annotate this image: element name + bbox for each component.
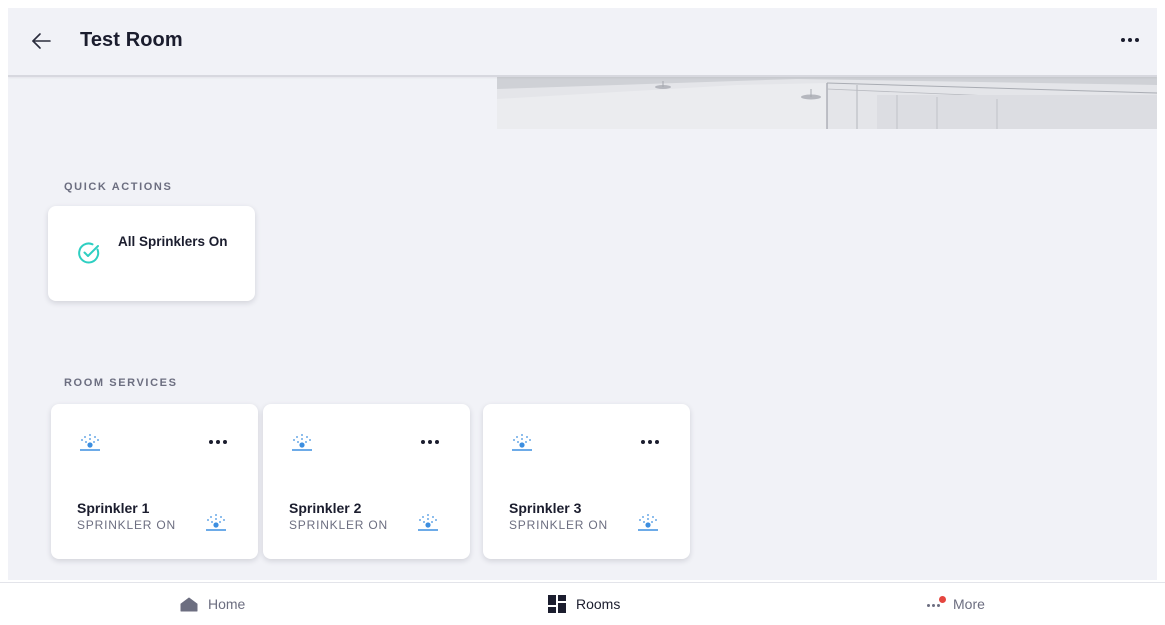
top-bar: Test Room [8, 8, 1157, 77]
nav-item-more[interactable]: More [927, 583, 985, 625]
room-hero-image [497, 75, 1157, 129]
sprinkler-icon [638, 514, 658, 531]
arrow-left-icon [32, 33, 51, 49]
service-more-button[interactable] [418, 434, 442, 450]
sprinkler-icon [80, 434, 100, 451]
more-horizontal-icon [421, 440, 439, 444]
nav-item-label: Rooms [576, 596, 621, 612]
more-horizontal-icon [209, 440, 227, 444]
service-more-button[interactable] [638, 434, 662, 450]
rooms-grid-icon [548, 595, 566, 613]
room-screen: Test Room QUICK ACTIONS All Sprinklers O… [8, 8, 1157, 580]
service-card-sprinkler-1[interactable]: Sprinkler 1 SPRINKLER ON [51, 404, 258, 559]
check-circle-icon [78, 242, 100, 264]
app-window: Test Room QUICK ACTIONS All Sprinklers O… [0, 0, 1165, 625]
quick-actions-heading: QUICK ACTIONS [64, 181, 173, 193]
room-services-heading: ROOM SERVICES [64, 377, 178, 389]
service-card-sprinkler-3[interactable]: Sprinkler 3 SPRINKLER ON [483, 404, 690, 559]
service-status: SPRINKLER ON [289, 518, 388, 532]
page-title: Test Room [80, 29, 183, 51]
sprinkler-icon [292, 434, 312, 451]
nav-item-rooms[interactable]: Rooms [548, 583, 620, 625]
service-status: SPRINKLER ON [509, 518, 608, 532]
nav-item-label: More [953, 596, 985, 612]
nav-item-label: Home [208, 596, 246, 612]
sprinkler-icon [206, 514, 226, 531]
sprinkler-icon [418, 514, 438, 531]
bottom-navigation: Home Rooms More [0, 582, 1165, 625]
more-horizontal-icon [1121, 38, 1139, 42]
home-icon [180, 597, 198, 611]
more-horizontal-icon [927, 596, 946, 610]
quick-action-all-sprinklers-on[interactable]: All Sprinklers On [48, 206, 255, 301]
service-name: Sprinkler 1 [77, 500, 150, 516]
service-status: SPRINKLER ON [77, 518, 176, 532]
room-photo [497, 75, 1157, 129]
nav-item-home[interactable]: Home [180, 583, 245, 625]
header-more-button[interactable] [1117, 30, 1143, 50]
more-horizontal-icon [641, 440, 659, 444]
service-card-sprinkler-2[interactable]: Sprinkler 2 SPRINKLER ON [263, 404, 470, 559]
quick-action-label: All Sprinklers On [118, 234, 228, 249]
sprinkler-icon [512, 434, 532, 451]
service-name: Sprinkler 2 [289, 500, 362, 516]
service-more-button[interactable] [206, 434, 230, 450]
back-button[interactable] [28, 28, 54, 54]
notification-dot [939, 596, 946, 603]
service-name: Sprinkler 3 [509, 500, 582, 516]
